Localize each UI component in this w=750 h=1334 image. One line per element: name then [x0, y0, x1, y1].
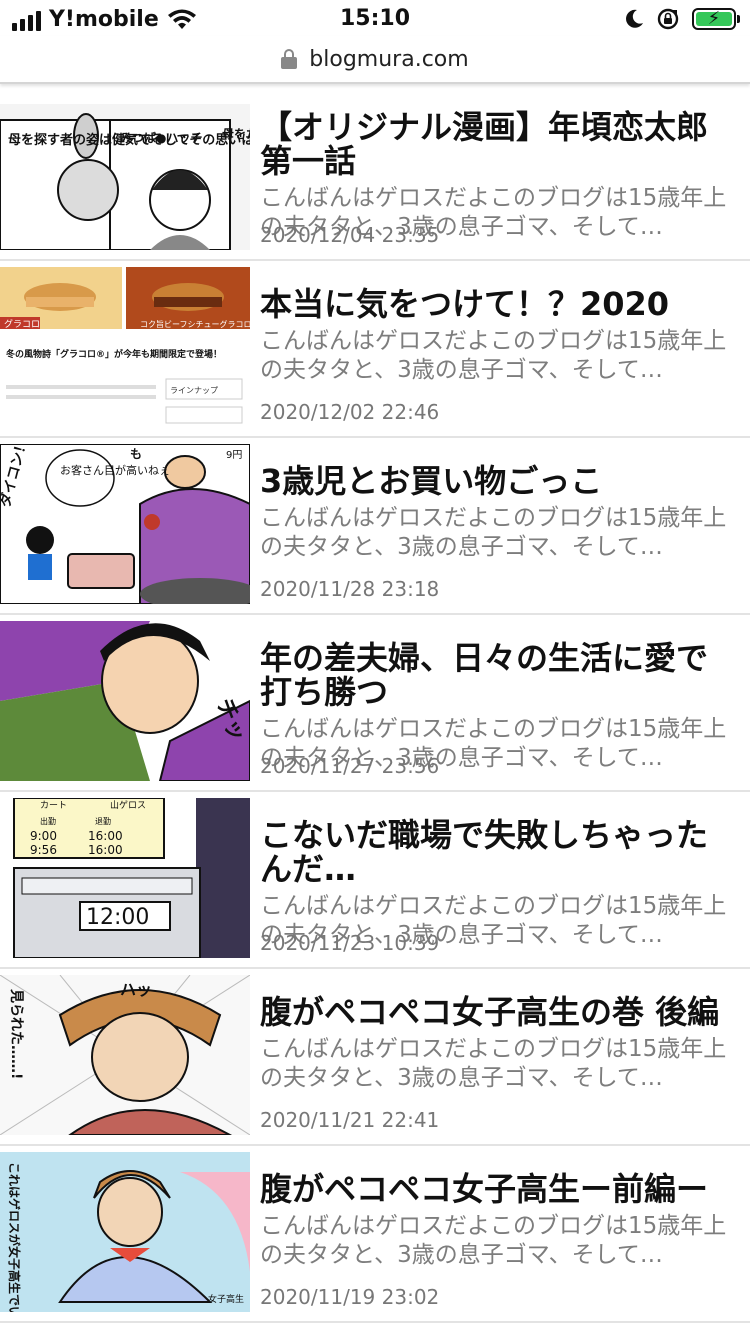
- svg-text:母をたずねて●千里: 母をたずねて●千里: [222, 126, 250, 141]
- url-text: blogmura.com: [309, 46, 469, 72]
- article-title[interactable]: 3歳児とお買い物ごっこ: [260, 464, 736, 498]
- manga-thumbnail-image: ダイコン！ お客さん目が高いねぇ 9円 も: [0, 444, 250, 604]
- article-item[interactable]: ダイコン！ お客さん目が高いねぇ 9円 も 3歳児とお買い物ごっこ こんばんはゲ…: [0, 440, 750, 615]
- status-bar: Y!mobile 15:10 ⚡: [0, 0, 750, 40]
- svg-text:見られた……!: 見られた……!: [8, 988, 24, 1079]
- svg-text:女子高生: 女子高生: [208, 1293, 244, 1305]
- svg-text:12:00: 12:00: [86, 905, 149, 930]
- article-date: 2020/12/02 22:46: [260, 400, 440, 424]
- manga-thumbnail-image: カート 山ゲロス 出勤 退勤 9:00 16:00 9:56 16:00 12:…: [0, 798, 250, 958]
- manga-thumbnail-image: 母を探す者の姿は健気でそしてその思いは必ずや報われる…! みつば●ハッチ 母をた…: [0, 90, 250, 250]
- battery-icon: ⚡: [692, 8, 740, 30]
- svg-text:も: も: [130, 447, 142, 461]
- article-item[interactable]: これはゲロスが女子高生でいじらしい時 女子高生 腹がペコペコ女子高生ー前編ー こ…: [0, 1148, 750, 1323]
- svg-text:お客さん目が高いねぇ: お客さん目が高いねぇ: [60, 463, 170, 477]
- status-right: ⚡: [624, 7, 740, 31]
- svg-text:みつば●ハッチ: みつば●ハッチ: [120, 130, 202, 145]
- svg-text:コク旨ビーフシチューグラコロ: コク旨ビーフシチューグラコロ: [140, 319, 250, 329]
- svg-text:9:56: 9:56: [30, 843, 57, 857]
- svg-text:ラインナップ: ラインナップ: [170, 386, 218, 395]
- article-info: 腹がペコペコ女子高生の巻 後編 こんばんはゲロスだよこのブログは15歳年上の夫タ…: [260, 971, 736, 1093]
- article-title[interactable]: 腹がペコペコ女子高生の巻 後編: [260, 995, 736, 1029]
- article-item[interactable]: 母を探す者の姿は健気でそしてその思いは必ずや報われる…! みつば●ハッチ 母をた…: [0, 86, 750, 261]
- article-thumbnail[interactable]: グラコロ コク旨ビーフシチューグラコロ 冬の風物詩「グラコロ®」が今年も期間限定…: [0, 267, 250, 427]
- article-date: 2020/11/27 23:56: [260, 754, 440, 778]
- article-date: 2020/11/21 22:41: [260, 1108, 440, 1132]
- svg-text:カート: カート: [40, 800, 67, 811]
- svg-text:冬の風物詩「グラコロ®」が今年も期間限定で登場！: 冬の風物詩「グラコロ®」が今年も期間限定で登場！: [6, 348, 222, 360]
- article-item[interactable]: グラコロ コク旨ビーフシチューグラコロ 冬の風物詩「グラコロ®」が今年も期間限定…: [0, 263, 750, 438]
- manga-thumbnail-image: チッ: [0, 621, 250, 781]
- article-date: 2020/11/23 10:39: [260, 931, 440, 955]
- article-info: 3歳児とお買い物ごっこ こんばんはゲロスだよこのブログは15歳年上の夫タタと、3…: [260, 440, 736, 562]
- article-title[interactable]: 【オリジナル漫画】年頃恋太郎第一話: [260, 110, 736, 178]
- article-info: 年の差夫婦、日々の生活に愛で打ち勝つ こんばんはゲロスだよこのブログは15歳年上…: [260, 617, 736, 773]
- article-thumbnail[interactable]: チッ: [0, 621, 250, 781]
- svg-text:9:00: 9:00: [30, 829, 57, 843]
- article-info: 【オリジナル漫画】年頃恋太郎第一話 こんばんはゲロスだよこのブログは15歳年上の…: [260, 86, 736, 242]
- svg-text:退勤: 退勤: [95, 816, 111, 826]
- article-title[interactable]: 腹がペコペコ女子高生ー前編ー: [260, 1172, 736, 1206]
- svg-text:グラコロ: グラコロ: [4, 318, 40, 330]
- article-excerpt: こんばんはゲロスだよこのブログは15歳年上の夫タタと、3歳の息子ゴマ、そして…: [260, 1036, 727, 1091]
- article-excerpt: こんばんはゲロスだよこのブログは15歳年上の夫タタと、3歳の息子ゴマ、そして…: [260, 505, 727, 560]
- article-thumbnail[interactable]: カート 山ゲロス 出勤 退勤 9:00 16:00 9:56 16:00 12:…: [0, 798, 250, 958]
- article-excerpt: こんばんはゲロスだよこのブログは15歳年上の夫タタと、3歳の息子ゴマ、そして…: [260, 328, 727, 383]
- manga-thumbnail-image: 見られた……! ハッ: [0, 975, 250, 1135]
- article-item[interactable]: チッ 年の差夫婦、日々の生活に愛で打ち勝つ こんばんはゲロスだよこのブログは15…: [0, 617, 750, 792]
- article-info: 本当に気をつけて！？2020 こんばんはゲロスだよこのブログは15歳年上の夫タタ…: [260, 263, 736, 385]
- product-thumbnail-image: グラコロ コク旨ビーフシチューグラコロ 冬の風物詩「グラコロ®」が今年も期間限定…: [0, 267, 250, 427]
- svg-text:16:00: 16:00: [88, 843, 123, 857]
- article-thumbnail[interactable]: これはゲロスが女子高生でいじらしい時 女子高生: [0, 1152, 250, 1312]
- article-date: 2020/11/19 23:02: [260, 1285, 440, 1309]
- article-title[interactable]: 年の差夫婦、日々の生活に愛で打ち勝つ: [260, 641, 736, 709]
- article-item[interactable]: 見られた……! ハッ 腹がペコペコ女子高生の巻 後編 こんばんはゲロスだよこのブ…: [0, 971, 750, 1146]
- address-bar[interactable]: blogmura.com: [0, 36, 750, 84]
- svg-text:山ゲロス: 山ゲロス: [110, 799, 146, 811]
- article-date: 2020/11/28 23:18: [260, 577, 440, 601]
- article-excerpt: こんばんはゲロスだよこのブログは15歳年上の夫タタと、3歳の息子ゴマ、そして…: [260, 1213, 727, 1268]
- article-thumbnail[interactable]: 見られた……! ハッ: [0, 975, 250, 1135]
- article-item[interactable]: カート 山ゲロス 出勤 退勤 9:00 16:00 9:56 16:00 12:…: [0, 794, 750, 969]
- article-date: 2020/12/04 23:35: [260, 223, 440, 247]
- manga-thumbnail-image: これはゲロスが女子高生でいじらしい時 女子高生: [0, 1152, 250, 1312]
- article-thumbnail[interactable]: ダイコン！ お客さん目が高いねぇ 9円 も: [0, 444, 250, 604]
- svg-text:出勤: 出勤: [40, 816, 56, 826]
- article-info: 腹がペコペコ女子高生ー前編ー こんばんはゲロスだよこのブログは15歳年上の夫タタ…: [260, 1148, 736, 1270]
- rotation-lock-icon: [657, 8, 679, 30]
- article-title[interactable]: 本当に気をつけて！？2020: [260, 287, 736, 321]
- article-thumbnail[interactable]: 母を探す者の姿は健気でそしてその思いは必ずや報われる…! みつば●ハッチ 母をた…: [0, 90, 250, 250]
- svg-text:これはゲロスが女子高生でいじらしい時: これはゲロスが女子高生でいじらしい時: [7, 1162, 22, 1312]
- svg-text:ハッ: ハッ: [120, 980, 152, 999]
- svg-text:9円: 9円: [226, 450, 242, 461]
- article-title[interactable]: こないだ職場で失敗しちゃったんだ…: [260, 818, 736, 886]
- article-info: こないだ職場で失敗しちゃったんだ… こんばんはゲロスだよこのブログは15歳年上の…: [260, 794, 736, 950]
- svg-text:16:00: 16:00: [88, 829, 123, 843]
- moon-icon: [626, 9, 643, 28]
- lock-icon: [281, 49, 298, 69]
